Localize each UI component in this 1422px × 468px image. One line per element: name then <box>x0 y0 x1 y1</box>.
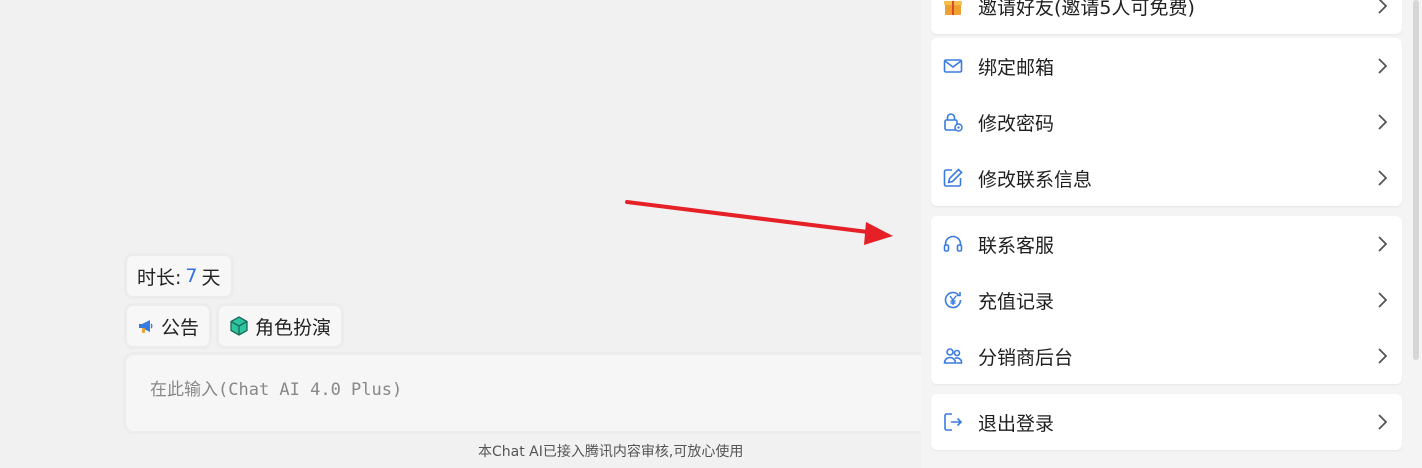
chevron-right-icon <box>1378 348 1388 364</box>
menu-item-label: 充值记录 <box>978 290 1055 313</box>
menu-group-service: 联系客服 充值记录 分销商后台 <box>931 216 1402 384</box>
yuan-record-icon <box>944 291 962 309</box>
mail-icon <box>943 59 963 73</box>
menu-group-account: 绑定邮箱 修改密码 修改联系信息 <box>931 38 1402 206</box>
menu-item-bind-email[interactable]: 绑定邮箱 <box>931 38 1402 94</box>
chevron-right-icon <box>1378 0 1388 14</box>
chat-input[interactable] <box>148 379 912 401</box>
lock-icon <box>944 113 963 132</box>
footer-note: 本Chat AI已接入腾讯内容审核,可放心使用 <box>478 444 744 460</box>
menu-item-label: 邀请好友(邀请5人可免费) <box>978 0 1195 19</box>
menu-item-distributor-backend[interactable]: 分销商后台 <box>931 328 1402 384</box>
chevron-right-icon <box>1378 292 1388 308</box>
duration-unit: 天 <box>201 266 221 289</box>
edit-icon <box>943 168 963 187</box>
gift-icon <box>944 1 962 15</box>
chevron-right-icon <box>1378 236 1388 252</box>
quick-chips: 公告 角色扮演 <box>127 306 342 346</box>
chevron-right-icon <box>1378 414 1388 430</box>
duration-badge: 时长: 7 天 <box>127 256 231 296</box>
duration-label: 时长: <box>137 266 182 289</box>
menu-item-label: 修改密码 <box>978 112 1055 135</box>
menu-group-invite: 邀请好友(邀请5人可免费) <box>931 0 1402 34</box>
user-menu-panel: 邀请好友(邀请5人可免费) 绑定邮箱 修改密码 修改联系信息 联系客服 充值记录… <box>921 0 1422 468</box>
chevron-right-icon <box>1378 170 1388 186</box>
chevron-right-icon <box>1378 114 1388 130</box>
megaphone-icon <box>137 317 155 335</box>
chevron-right-icon <box>1378 58 1388 74</box>
menu-item-edit-contact[interactable]: 修改联系信息 <box>931 150 1402 206</box>
menu-item-invite-friends[interactable]: 邀请好友(邀请5人可免费) <box>931 0 1402 34</box>
headset-icon <box>943 235 963 252</box>
menu-item-contact-support[interactable]: 联系客服 <box>931 216 1402 272</box>
chat-input-box <box>126 355 946 431</box>
announcement-button[interactable]: 公告 <box>127 306 210 346</box>
menu-item-label: 联系客服 <box>978 234 1055 257</box>
menu-group-logout: 退出登录 <box>931 394 1402 450</box>
cube-icon <box>229 316 249 336</box>
logout-icon <box>944 413 963 431</box>
users-icon <box>943 348 963 364</box>
roleplay-label: 角色扮演 <box>255 316 332 339</box>
menu-scrollbar[interactable] <box>1413 0 1419 360</box>
menu-item-change-password[interactable]: 修改密码 <box>931 94 1402 150</box>
menu-item-label: 分销商后台 <box>978 346 1074 369</box>
menu-item-label: 绑定邮箱 <box>978 56 1055 79</box>
menu-item-recharge-history[interactable]: 充值记录 <box>931 272 1402 328</box>
menu-item-label: 修改联系信息 <box>978 168 1093 191</box>
red-arrow-annotation <box>625 200 893 245</box>
menu-item-label: 退出登录 <box>978 412 1055 435</box>
menu-item-logout[interactable]: 退出登录 <box>931 394 1402 450</box>
announcement-label: 公告 <box>161 316 200 339</box>
roleplay-button[interactable]: 角色扮演 <box>219 306 342 346</box>
duration-value: 7 <box>185 265 198 287</box>
